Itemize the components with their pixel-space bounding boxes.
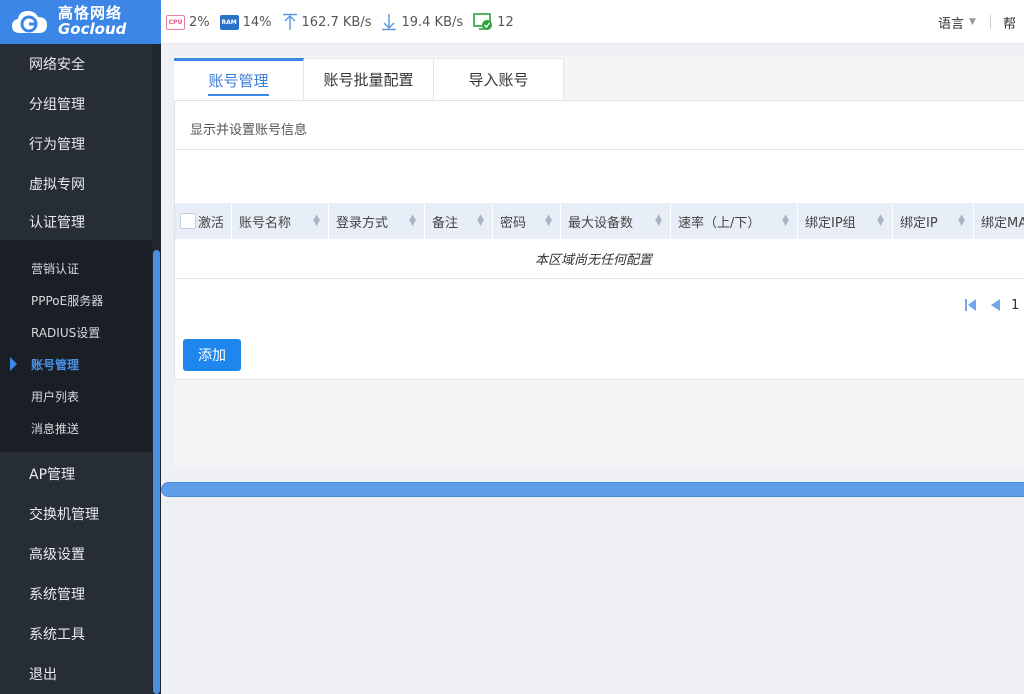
status-bar: CPU 2% RAM 14% 162.7 KB/s 19.4 KB/s 12: [166, 0, 524, 44]
tab-account-management[interactable]: 账号管理: [174, 58, 304, 100]
column-header-bind-mac[interactable]: 绑定MA: [974, 203, 1024, 239]
sidebar-item-switch-management[interactable]: 交换机管理: [0, 494, 152, 534]
add-button[interactable]: 添加: [183, 339, 241, 371]
select-all-checkbox[interactable]: [180, 213, 196, 229]
upload-stat: 162.7 KB/s: [282, 13, 372, 31]
sort-icon[interactable]: ▲ ▼: [409, 214, 416, 228]
column-header-active[interactable]: 激活: [175, 203, 232, 239]
sidebar-subitem-user-list[interactable]: 用户列表: [0, 380, 152, 412]
sidebar-scroll-thumb[interactable]: [153, 250, 160, 694]
chevron-down-icon: ▼: [969, 17, 976, 27]
sort-icon[interactable]: ▲ ▼: [313, 214, 320, 228]
current-page[interactable]: 1: [1011, 298, 1019, 313]
sidebar: 网络安全 分组管理 行为管理 虚拟专网 认证管理 营销认证 PPPoE服务器 R…: [0, 44, 152, 694]
sidebar-item-vpn[interactable]: 虚拟专网: [0, 164, 152, 204]
sort-icon[interactable]: ▲ ▼: [477, 214, 484, 228]
tab-import-accounts[interactable]: 导入账号: [434, 58, 564, 100]
sidebar-subitem-account-management[interactable]: 账号管理: [0, 348, 152, 380]
sort-icon[interactable]: ▲ ▼: [782, 214, 789, 228]
download-arrow-icon: [382, 14, 397, 31]
column-header-account-name[interactable]: 账号名称 ▲ ▼: [232, 203, 329, 239]
tab-bar: 账号管理 账号批量配置 导入账号: [174, 58, 564, 100]
column-header-bind-ip[interactable]: 绑定IP ▲ ▼: [893, 203, 974, 239]
sidebar-subitem-marketing-auth[interactable]: 营销认证: [0, 252, 152, 284]
cpu-value: 2%: [189, 14, 210, 30]
sidebar-item-network-security[interactable]: 网络安全: [0, 44, 152, 84]
upload-arrow-icon: [282, 13, 297, 30]
help-link[interactable]: 帮: [1003, 13, 1016, 32]
brand-name-en: Gocloud: [58, 20, 127, 38]
cloud-logo-icon: [10, 7, 50, 37]
sidebar-item-system-tools[interactable]: 系统工具: [0, 614, 152, 654]
column-header-bind-ip-group[interactable]: 绑定IP组 ▲ ▼: [798, 203, 893, 239]
upload-value: 162.7 KB/s: [301, 14, 372, 30]
download-value: 19.4 KB/s: [401, 14, 464, 30]
monitor-check-icon: [473, 13, 493, 30]
sort-icon[interactable]: ▲ ▼: [545, 214, 552, 228]
sidebar-item-advanced-settings[interactable]: 高级设置: [0, 534, 152, 574]
tab-batch-config[interactable]: 账号批量配置: [304, 58, 434, 100]
pagination: 1: [963, 297, 1019, 313]
column-header-remark[interactable]: 备注 ▲ ▼: [425, 203, 493, 239]
prev-page-icon[interactable]: [987, 297, 1003, 313]
sidebar-subitem-message-push[interactable]: 消息推送: [0, 412, 152, 444]
horizontal-scrollbar[interactable]: [161, 482, 1024, 497]
table-header: 激活 账号名称 ▲ ▼ 登录方式 ▲ ▼ 备注 ▲ ▼ 密码 ▲ ▼ 最大设备数 ▲ ▼ …: [175, 203, 1024, 239]
divider: [989, 15, 991, 29]
sidebar-subitem-pppoe-server[interactable]: PPPoE服务器: [0, 284, 152, 316]
column-header-max-devices[interactable]: 最大设备数 ▲ ▼: [561, 203, 671, 239]
sidebar-item-auth-management[interactable]: 认证管理: [0, 202, 152, 242]
column-header-rate[interactable]: 速率（上/下） ▲ ▼: [671, 203, 798, 239]
cpu-stat: CPU 2%: [166, 14, 210, 30]
language-select[interactable]: 语言: [938, 13, 964, 32]
empty-table-message: 本区域尚无任何配置: [175, 239, 1024, 279]
column-header-password[interactable]: 密码 ▲ ▼: [493, 203, 561, 239]
sidebar-subitem-radius[interactable]: RADIUS设置: [0, 316, 152, 348]
first-page-icon[interactable]: [963, 297, 979, 313]
ram-icon: RAM: [219, 14, 239, 30]
sort-icon[interactable]: ▲ ▼: [958, 214, 965, 228]
divider: [175, 149, 1024, 150]
sidebar-item-group-management[interactable]: 分组管理: [0, 84, 152, 124]
sort-icon[interactable]: ▲ ▼: [877, 214, 884, 228]
devices-value: 12: [497, 14, 514, 30]
panel-description: 显示并设置账号信息: [190, 123, 308, 138]
column-header-login-method[interactable]: 登录方式 ▲ ▼: [329, 203, 425, 239]
cpu-icon: CPU: [166, 14, 185, 30]
logo[interactable]: 高恪网络 Gocloud: [0, 0, 161, 44]
auth-submenu: 营销认证 PPPoE服务器 RADIUS设置 账号管理 用户列表 消息推送: [0, 240, 152, 452]
sidebar-item-system-management[interactable]: 系统管理: [0, 574, 152, 614]
sort-icon[interactable]: ▲ ▼: [655, 214, 662, 228]
ram-value: 14%: [242, 14, 272, 30]
devices-stat: 12: [473, 13, 514, 31]
download-stat: 19.4 KB/s: [381, 13, 463, 31]
top-bar: 高恪网络 Gocloud CPU 2% RAM 14% 162.7 KB/s 1…: [0, 0, 1024, 44]
sidebar-item-ap-management[interactable]: AP管理: [0, 454, 152, 494]
sidebar-item-logout[interactable]: 退出: [0, 654, 152, 694]
sidebar-item-behavior-management[interactable]: 行为管理: [0, 124, 152, 164]
ram-stat: RAM 14%: [219, 14, 272, 30]
account-panel: 显示并设置账号信息 激活 账号名称 ▲ ▼ 登录方式 ▲ ▼ 备注 ▲ ▼ 密码 ▲ ▼…: [174, 100, 1024, 380]
